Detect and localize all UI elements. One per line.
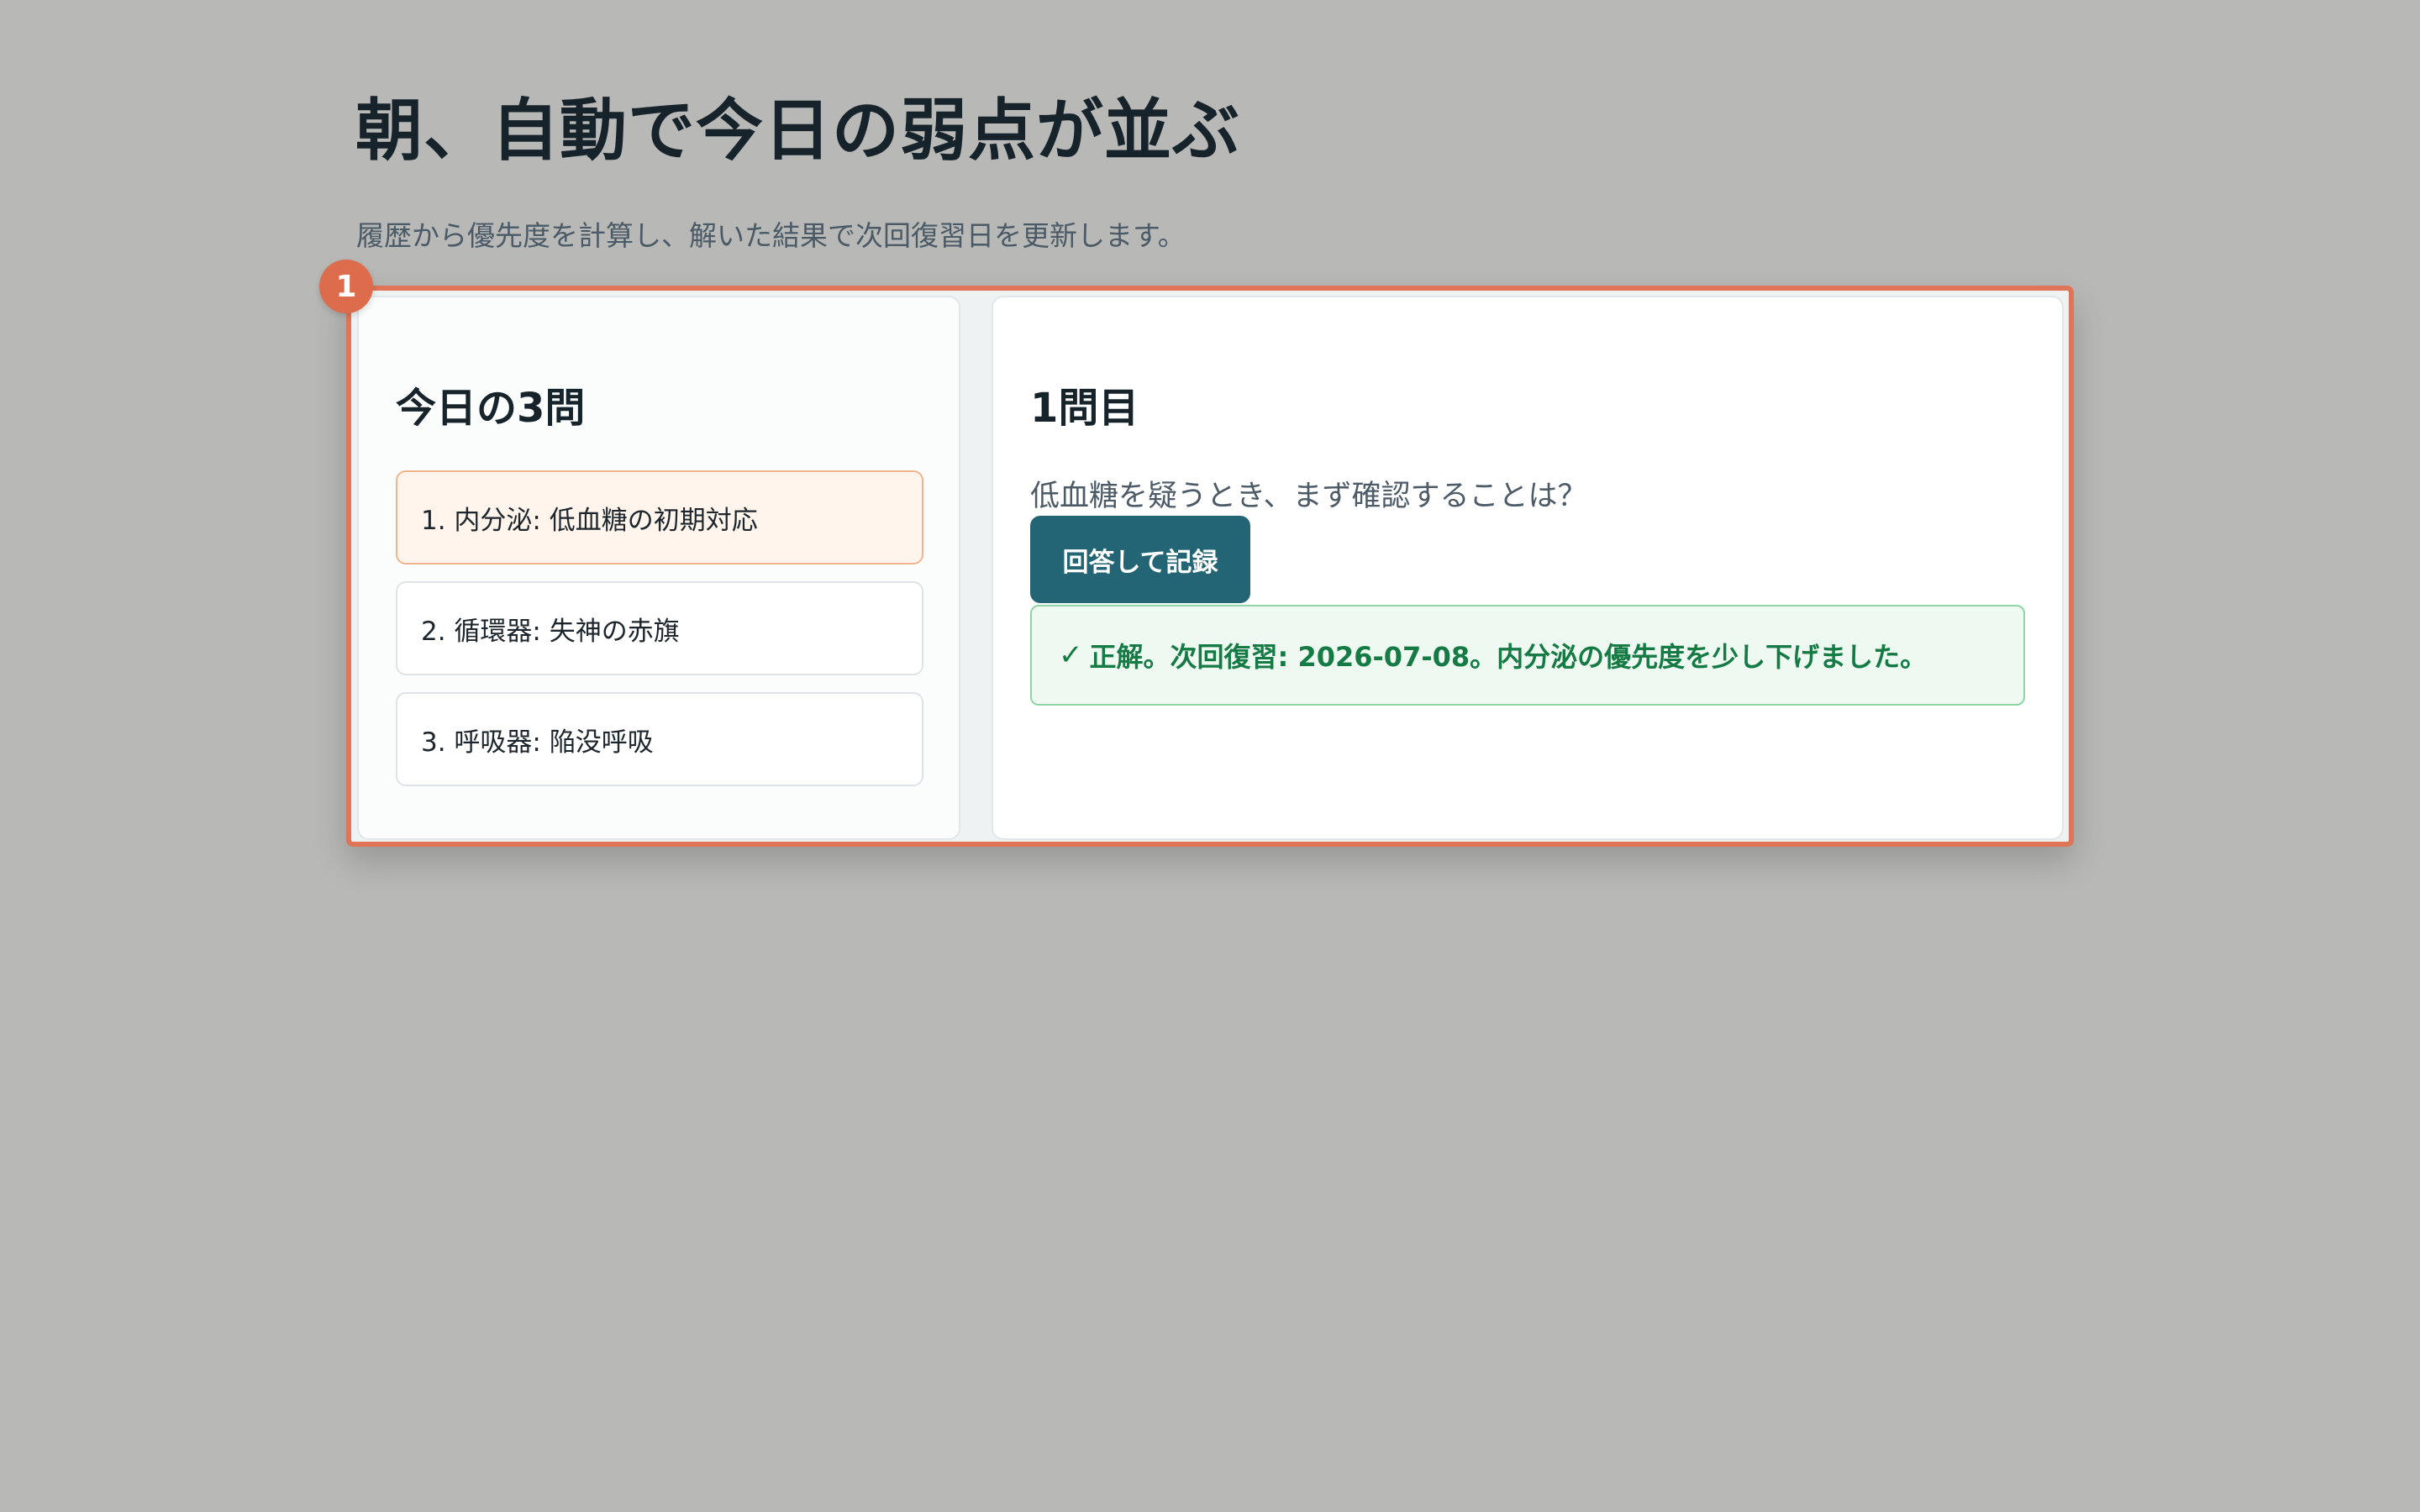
question-list-item-2[interactable]: 2. 循環器: 失神の赤旗	[396, 581, 923, 675]
question-number-heading: 1問目	[1030, 385, 1139, 432]
page-title: 朝、自動で今日の弱点が並ぶ	[355, 92, 1240, 170]
result-message: ✓ 正解。次回復習: 2026-07-08。内分泌の優先度を少し下げました。	[1030, 605, 2025, 706]
page-subtitle: 履歴から優先度を計算し、解いた結果で次回復習日を更新します。	[356, 219, 1186, 252]
result-text: 正解。次回復習: 2026-07-08。内分泌の優先度を少し下げました。	[1089, 641, 1928, 673]
question-text: 低血糖を疑うとき、まず確認することは？	[1030, 480, 1587, 513]
step-marker-badge: 1	[319, 260, 373, 313]
question-list-item-3[interactable]: 3. 呼吸器: 陥没呼吸	[396, 692, 923, 786]
check-icon: ✓	[1059, 638, 1083, 672]
today-questions-panel: 今日の3問 1. 内分泌: 低血糖の初期対応 2. 循環器: 失神の赤旗 3. …	[357, 296, 960, 840]
question-list-item-1[interactable]: 1. 内分泌: 低血糖の初期対応	[396, 470, 923, 564]
today-questions-heading: 今日の3問	[396, 385, 586, 432]
page: 朝、自動で今日の弱点が並ぶ 履歴から優先度を計算し、解いた結果で次回復習日を更新…	[0, 0, 2420, 1512]
answer-and-record-button[interactable]: 回答して記録	[1030, 516, 1250, 603]
question-detail-panel: 1問目 低血糖を疑うとき、まず確認することは？ 回答して記録 ✓ 正解。次回復習…	[992, 296, 2064, 840]
